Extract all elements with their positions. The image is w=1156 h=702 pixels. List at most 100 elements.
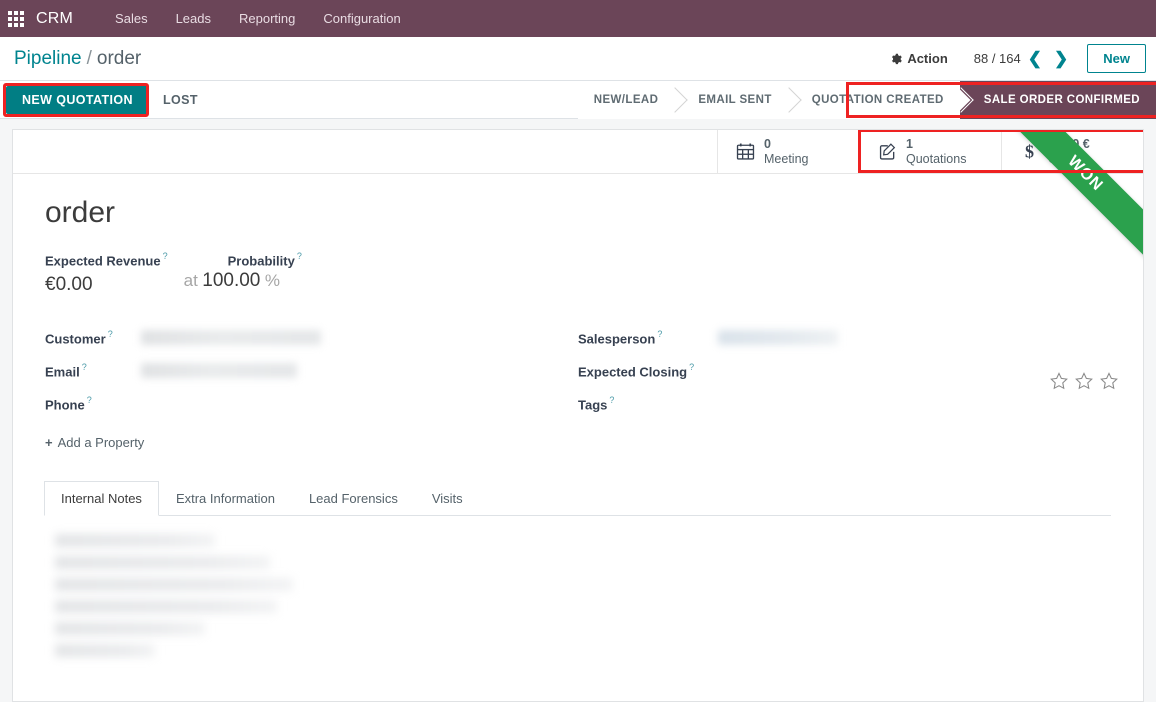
stat-value: 1 [906, 137, 913, 152]
star-outline-icon[interactable] [1050, 372, 1068, 390]
tab-visits[interactable]: Visits [415, 481, 480, 516]
help-icon[interactable]: ? [657, 329, 662, 339]
field-label: Customer? [45, 329, 141, 348]
stat-value: 94.00 € [1048, 137, 1090, 152]
star-outline-icon[interactable] [1075, 372, 1093, 390]
customer-value[interactable] [141, 329, 578, 348]
nav-item-sales[interactable]: Sales [101, 0, 162, 37]
help-icon[interactable]: ? [297, 251, 302, 261]
chevron-right-icon[interactable]: ❯ [1049, 50, 1073, 67]
pager: 88 / 164 ❮ ❯ [974, 50, 1074, 67]
stat-button-meeting[interactable]: 0 Meeting [717, 130, 859, 173]
salesperson-label: Salesperson [578, 331, 656, 347]
nav-item-configuration[interactable]: Configuration [309, 0, 414, 37]
breadcrumb-separator: / [86, 47, 92, 69]
stage-new-lead[interactable]: NEW/LEAD [577, 81, 675, 119]
redacted-note-line [55, 622, 205, 636]
tags-label: Tags [578, 397, 608, 413]
notebook: Internal Notes Extra Information Lead Fo… [13, 480, 1143, 658]
breadcrumb-pipeline[interactable]: Pipeline [14, 48, 82, 70]
phone-label: Phone [45, 397, 85, 413]
expected-revenue-field: Expected Revenue? €0.00 [45, 251, 168, 296]
help-icon[interactable]: ? [163, 251, 168, 261]
new-quotation-button[interactable]: NEW QUOTATION [6, 85, 149, 114]
new-button[interactable]: New [1087, 44, 1146, 73]
star-outline-icon[interactable] [1100, 372, 1118, 390]
lost-button[interactable]: LOST [149, 86, 212, 114]
customer-label: Customer [45, 331, 106, 347]
stage-sale-order-confirmed[interactable]: SALE ORDER CONFIRMED [959, 81, 1156, 119]
field-phone: Phone? [45, 388, 578, 421]
tab-lead-forensics[interactable]: Lead Forensics [292, 481, 415, 516]
help-icon[interactable]: ? [82, 362, 87, 372]
stage-label: QUOTATION CREATED [811, 94, 944, 106]
stat-label: Meeting [764, 151, 809, 166]
redacted-note-line [55, 578, 293, 592]
fields-two-columns: Customer? Email? Phone ? + Add a Propert… [45, 322, 1118, 452]
field-label: Email? [45, 362, 141, 381]
expected-closing-label: Expected Closing [578, 364, 688, 380]
dollar-icon: $ [1018, 141, 1040, 163]
chevron-left-icon[interactable]: ❮ [1023, 50, 1047, 67]
add-property-label: Add a Property [57, 435, 145, 451]
stat-label: Quotations [906, 151, 967, 166]
svg-text:$: $ [1024, 142, 1033, 161]
statusbar: NEW QUOTATION LOST NEW/LEAD EMAIL SENT Q… [0, 81, 1156, 119]
control-panel: Pipeline / order Action 88 / 164 ❮ ❯ New [0, 37, 1156, 81]
field-expected-closing: Expected Closing? [578, 355, 1118, 390]
action-button[interactable]: Action [880, 46, 957, 71]
redacted-note-line [55, 556, 270, 570]
field-label: Salesperson? [578, 329, 718, 348]
stat-button-quotations[interactable]: 1 Quotations [859, 130, 1001, 173]
form-body: order Expected Revenue? €0.00 Probabilit… [13, 174, 1143, 452]
help-icon[interactable]: ? [609, 395, 614, 405]
stat-label: Orders [1048, 151, 1087, 166]
add-property-button[interactable]: + Add a Property [45, 435, 144, 450]
pencil-square-icon [876, 141, 898, 163]
email-value[interactable] [141, 362, 578, 381]
tab-pane-internal-notes[interactable] [45, 516, 1111, 658]
pager-value[interactable]: 88 / 164 [974, 51, 1021, 66]
control-panel-right: Action 88 / 164 ❮ ❯ New [880, 44, 1146, 73]
stat-button-box: 0 Meeting 1 Quotations $ 94.00 € Orders [13, 130, 1143, 174]
salesperson-value[interactable] [718, 329, 1111, 348]
nav-item-leads[interactable]: Leads [162, 0, 225, 37]
plus-icon: + [45, 435, 53, 451]
help-icon[interactable]: ? [108, 329, 113, 339]
help-icon[interactable]: ? [87, 395, 92, 405]
expected-revenue-value[interactable]: €0.00 [45, 274, 93, 296]
stat-text: 0 Meeting [764, 137, 808, 166]
nav-item-reporting[interactable]: Reporting [225, 0, 309, 37]
stat-text: 1 Quotations [906, 137, 966, 166]
stage-label: NEW/LEAD [593, 94, 659, 106]
app-brand-crm[interactable]: CRM [36, 10, 73, 28]
redacted-note-line [55, 600, 277, 614]
gear-icon [890, 53, 903, 65]
stage-label: SALE ORDER CONFIRMED [983, 94, 1140, 106]
apps-grid-icon[interactable] [8, 10, 24, 27]
email-label: Email [45, 364, 80, 380]
stage-label: EMAIL SENT [698, 94, 772, 106]
record-title: order [45, 196, 116, 229]
probability-label: Probability [227, 253, 295, 269]
probability-row: at 100.00 % [184, 270, 302, 292]
stage-email-sent[interactable]: EMAIL SENT [674, 81, 788, 119]
tab-extra-information[interactable]: Extra Information [159, 481, 292, 516]
page-background: 0 Meeting 1 Quotations $ 94.00 € Orders … [0, 119, 1156, 702]
tab-internal-notes[interactable]: Internal Notes [44, 481, 159, 517]
percent-suffix: % [264, 271, 280, 291]
action-button-label: Action [907, 51, 948, 66]
redacted-value [141, 362, 297, 378]
field-salesperson: Salesperson? [578, 322, 1111, 355]
priority-stars[interactable] [1050, 372, 1118, 390]
stat-text: 94.00 € Orders [1048, 137, 1090, 166]
probability-value[interactable]: 100.00 [202, 270, 260, 291]
field-customer: Customer? [45, 322, 578, 355]
help-icon[interactable]: ? [689, 362, 694, 372]
stat-button-orders[interactable]: $ 94.00 € Orders [1001, 130, 1143, 173]
revenue-probability-group: Expected Revenue? €0.00 Probability? at … [45, 251, 1111, 296]
fields-right-column: Salesperson? Expected Closing? Tags ? [578, 322, 1118, 452]
probability-field: Probability? at 100.00 % [184, 251, 302, 292]
redacted-note-line [55, 644, 155, 658]
stage-quotation-created[interactable]: QUOTATION CREATED [787, 81, 960, 119]
